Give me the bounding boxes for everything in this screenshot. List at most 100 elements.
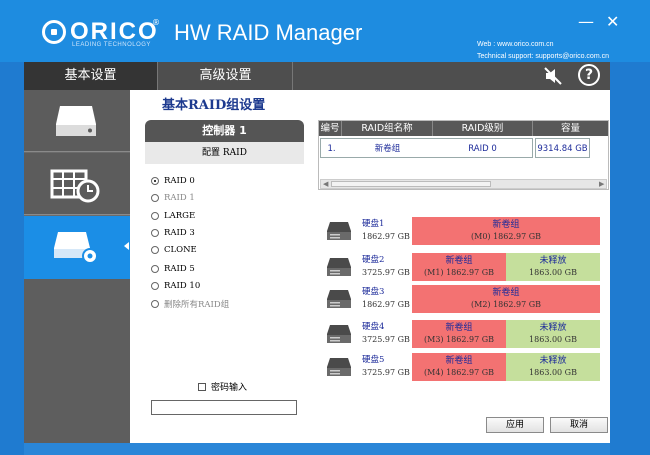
cell-level: RAID 0 [433,138,533,158]
segment-detail: (M1) 1862.97 GB [424,268,494,277]
cancel-button[interactable]: 取消 [550,417,608,433]
segment-detail: (M2) 1862.97 GB [471,300,541,309]
help-icon[interactable]: ? [578,64,600,86]
sidebar-item-raid-settings[interactable] [24,216,130,279]
radio-raid5[interactable]: RAID 5 [151,264,195,274]
minimize-button[interactable]: — [578,14,594,30]
disk-segment[interactable]: 新卷组 (M1) 1862.97 GB [412,253,506,281]
hard-disk-icon [327,358,351,376]
radio-delete-all[interactable]: 删除所有RAID组 [151,298,229,310]
disk-name: 硬盘3 [362,287,385,297]
tab-basic-settings[interactable]: 基本设置 [24,62,158,90]
radio-raid3[interactable]: RAID 3 [151,228,195,238]
radio-large[interactable]: LARGE [151,211,195,221]
cell-name: 新卷组 [342,138,433,158]
sidebar [24,90,130,443]
mute-icon[interactable] [544,67,562,85]
radio-label: LARGE [164,211,196,221]
segment-label: 新卷组 [492,288,520,298]
disk-segment[interactable]: 新卷组 (M0) 1862.97 GB [412,217,600,245]
hard-drive-icon [56,106,96,136]
active-pointer-icon [124,242,129,250]
segment-detail: 1863.00 GB [529,335,577,344]
col-capacity: 容量 [560,123,580,134]
disk-row: 硬盘2 3725.97 GB 新卷组 (M1) 1862.97 GB 未释放 1… [326,253,600,281]
password-checkbox-row[interactable]: 密码输入 [198,380,247,393]
radio-label: 删除所有RAID组 [164,300,230,310]
radio-raid10[interactable]: RAID 10 [151,281,200,291]
disk-segment-unallocated[interactable]: 未释放 1863.00 GB [506,253,600,281]
disk-segment[interactable]: 新卷组 (M3) 1862.97 GB [412,320,506,348]
radio-clone[interactable]: CLONE [151,245,197,255]
radio-selected-icon[interactable] [151,177,159,185]
disk-row: 硬盘1 1862.97 GB 新卷组 (M0) 1862.97 GB [326,217,600,245]
segment-detail: (M0) 1862.97 GB [471,232,541,241]
segment-label: 新卷组 [445,356,473,366]
hard-disk-icon [327,222,351,240]
segment-detail: (M3) 1862.97 GB [424,335,494,344]
disk-row: 硬盘5 3725.97 GB 新卷组 (M4) 1862.97 GB 未释放 1… [326,353,600,381]
scrollbar-thumb[interactable] [331,181,491,187]
radio-raid0[interactable]: RAID 0 [151,176,195,186]
hard-disk-icon [327,325,351,343]
contact-info: Web : www.orico.com.cn Technical support… [477,39,609,63]
scroll-right-icon[interactable]: ▶ [599,180,604,188]
disk-size: 1862.97 GB [362,232,410,241]
logo-mark-icon [42,20,66,44]
sidebar-item-raid-status[interactable] [24,153,130,215]
disk-row: 硬盘3 1862.97 GB 新卷组 (M2) 1862.97 GB [326,285,600,313]
brand-tagline: LEADING TECHNOLOGY [72,42,151,48]
password-input[interactable] [151,400,297,415]
radio-label: RAID 5 [164,264,195,274]
radio-label: RAID 0 [164,176,195,186]
segment-label: 未释放 [539,323,567,333]
orico-logo: ORICO [42,20,159,44]
segment-label: 新卷组 [445,256,473,266]
website-text: Web : www.orico.com.cn [477,41,554,48]
password-label: 密码输入 [211,383,248,393]
close-button[interactable]: ✕ [606,14,619,30]
disk-size: 3725.97 GB [362,335,410,344]
disk-segment[interactable]: 新卷组 (M4) 1862.97 GB [412,353,506,381]
radio-label: RAID 3 [164,228,195,238]
radio-icon[interactable] [151,229,159,237]
disk-name: 硬盘1 [362,219,385,229]
apply-button[interactable]: 应用 [486,417,544,433]
disk-segment-unallocated[interactable]: 未释放 1863.00 GB [506,353,600,381]
password-checkbox[interactable] [198,382,206,391]
config-raid-label: 配置 RAID [145,142,304,164]
disk-size: 3725.97 GB [362,268,410,277]
radio-icon[interactable] [151,282,159,290]
radio-icon[interactable] [151,265,159,273]
col-level: RAID级别 [433,121,533,136]
col-name: RAID组名称 [342,121,433,136]
disk-settings-icon [54,232,98,264]
segment-label: 未释放 [539,256,567,266]
title-bar: ORICO ® LEADING TECHNOLOGY HW RAID Manag… [0,0,650,62]
controller-header: 控制器 1 [145,120,304,142]
col-number: 编号 [319,121,342,136]
radio-icon[interactable] [151,246,159,254]
disk-segment-unallocated[interactable]: 未释放 1863.00 GB [506,320,600,348]
sidebar-item-disks[interactable] [24,90,130,152]
radio-label: RAID 10 [164,281,201,291]
table-row[interactable]: 1. 新卷组 RAID 0 9314.84 GB [319,138,608,158]
radio-icon[interactable] [151,212,159,220]
radio-raid1[interactable]: RAID 1 [151,193,195,203]
tab-advanced-settings[interactable]: 高级设置 [159,62,293,90]
segment-label: 未释放 [539,356,567,366]
radio-label: CLONE [164,245,197,255]
main-panel: 基本RAID组设置 控制器 1 配置 RAID RAID 0 RAID 1 LA… [130,90,610,443]
horizontal-scrollbar[interactable]: ◀ ▶ [320,179,607,189]
segment-detail: 1863.00 GB [529,368,577,377]
radio-icon[interactable] [151,300,159,308]
disk-size: 3725.97 GB [362,368,410,377]
radio-icon[interactable] [151,194,159,202]
disk-segment[interactable]: 新卷组 (M2) 1862.97 GB [412,285,600,313]
disk-name: 硬盘5 [362,355,385,365]
table-header: 编号 RAID组名称 RAID级别 容量 [319,121,608,136]
scroll-left-icon[interactable]: ◀ [323,180,328,188]
sidebar-empty [24,279,130,443]
tab-bar: 基本设置 高级设置 ? [24,62,610,90]
brand-name: ORICO [70,18,159,45]
